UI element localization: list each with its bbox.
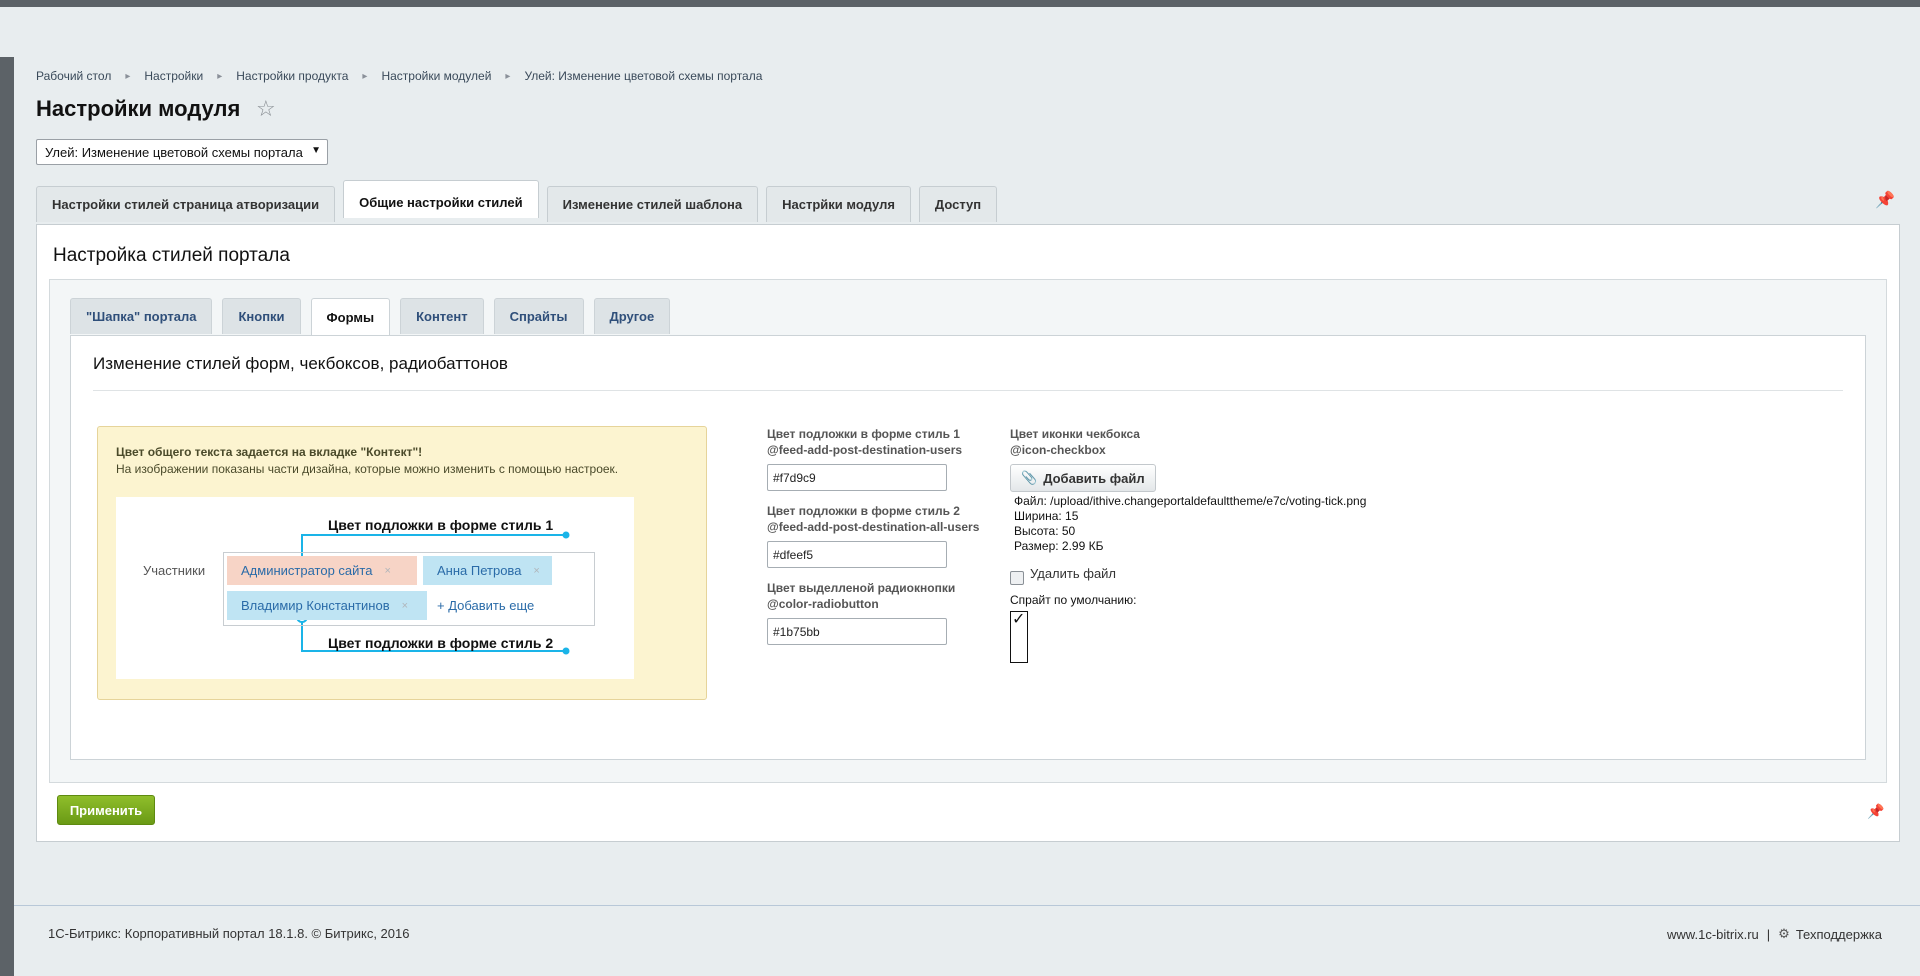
close-icon: × [401, 599, 409, 612]
file-height: Высота: 50 [1014, 524, 1076, 538]
field-label-var: @feed-add-post-destination-users [767, 443, 963, 457]
subtab-header[interactable]: "Шапка" портала [70, 298, 213, 334]
gear-icon: ⚙ [1778, 926, 1790, 941]
content-title: Изменение стилей форм, чекбоксов, радиоб… [93, 354, 508, 373]
tab-template-styles[interactable]: Изменение стилей шаблона [546, 186, 759, 222]
close-icon: × [384, 564, 391, 577]
style1-color-input[interactable] [767, 464, 947, 491]
field-label-text: Цвет подложки в форме стиль 1 [767, 427, 960, 441]
field-label-text: Цвет выделленой радиокнопки [767, 581, 956, 595]
demo-chip-vlad-label: Владимир Константинов [241, 598, 390, 613]
pin-icon[interactable]: 📌 [1875, 190, 1895, 210]
content-box: Изменение стилей форм, чекбоксов, радиоб… [70, 335, 1866, 760]
subtab-other[interactable]: Другое [593, 298, 671, 334]
left-side-bar [0, 57, 14, 976]
footer-links: www.1c-bitrix.ru | ⚙ Техподдержка [1667, 926, 1882, 942]
breadcrumb-item-product-settings[interactable]: Настройки продукта [236, 69, 348, 83]
tab-auth-page-styles[interactable]: Настройки стилей страница атворизации [36, 186, 336, 222]
close-icon: × [533, 564, 540, 577]
demo-chip-vlad: Владимир Константинов × [227, 591, 427, 620]
demo-image: Цвет подложки в форме стиль 1 Участники … [116, 497, 634, 679]
info-note-bold: Цвет общего текста задается на вкладке "… [116, 445, 423, 459]
add-file-label: Добавить файл [1043, 470, 1145, 486]
field-label-var: @icon-checkbox [1010, 443, 1106, 457]
info-note-text: На изображении показаны части дизайна, к… [116, 462, 619, 476]
file-size: Размер: 2.99 КБ [1014, 539, 1104, 553]
apply-button[interactable]: Применить [57, 795, 155, 825]
demo-label-style2: Цвет подложки в форме стиль 2 [328, 635, 554, 651]
demo-chip-admin-label: Администратор сайта [241, 563, 373, 578]
style2-color-input[interactable] [767, 541, 947, 568]
panel-title: Настройка стилей портала [53, 245, 290, 266]
pin-icon[interactable]: 📌 [1867, 803, 1884, 820]
file-width: Ширина: 15 [1014, 509, 1079, 523]
breadcrumb-item-desktop[interactable]: Рабочий стол [36, 69, 111, 83]
info-box: Цвет общего текста задается на вкладке "… [97, 426, 707, 700]
dropdown-arrow-icon: ▼ [311, 145, 321, 156]
file-info: Файл: /upload/ithive.changeportaldefault… [1010, 494, 1490, 554]
inner-panel: "Шапка" портала Кнопки Формы Контент Спр… [49, 279, 1887, 783]
star-icon[interactable]: ☆ [256, 98, 276, 120]
field-label-checkbox-icon: Цвет иконки чекбокса @icon-checkbox [1010, 426, 1490, 458]
field-label-text: Цвет подложки в форме стиль 2 [767, 504, 960, 518]
tab-general-style-settings[interactable]: Общие настройки стилей [343, 180, 539, 218]
footer-copyright: 1С-Битрикс: Корпоративный портал 18.1.8.… [48, 926, 410, 941]
main-panel: Настройка стилей портала "Шапка" портала… [36, 224, 1900, 842]
subtab-sprites[interactable]: Спрайты [493, 298, 584, 334]
field-label-style2: Цвет подложки в форме стиль 2 @feed-add-… [767, 503, 1007, 535]
field-label-var: @color-radiobutton [767, 597, 879, 611]
sprite-preview: ✓ [1010, 611, 1028, 663]
subtab-buttons[interactable]: Кнопки [222, 298, 301, 334]
delete-file-label[interactable]: Удалить файл [1030, 566, 1116, 581]
main-tabs: Настройки стилей страница атворизации Об… [36, 180, 1005, 222]
tab-access[interactable]: Доступ [918, 186, 998, 222]
footer-separator: | [1766, 926, 1771, 942]
demo-chip-admin: Администратор сайта × [227, 556, 417, 585]
demo-participants-label: Участники [143, 563, 206, 578]
color-fields: Цвет подложки в форме стиль 1 @feed-add-… [767, 426, 1007, 657]
breadcrumb-item-settings[interactable]: Настройки [144, 69, 203, 83]
field-label-var: @feed-add-post-destination-all-users [767, 520, 980, 534]
page-title: Настройки модуля [36, 96, 241, 121]
module-select[interactable]: Улей: Изменение цветовой схемы портала ▼ [36, 139, 328, 165]
demo-chip-anna-label: Анна Петрова [437, 563, 522, 578]
demo-chip-anna: Анна Петрова × [423, 556, 552, 585]
delete-file-row: Удалить файл [1010, 566, 1490, 585]
chevron-right-icon: ▸ [125, 70, 131, 82]
paperclip-icon: 📎 [1021, 470, 1038, 485]
footer-site-link[interactable]: www.1c-bitrix.ru [1667, 927, 1759, 942]
file-path: Файл: /upload/ithive.changeportaldefault… [1014, 494, 1367, 508]
sub-tabs: "Шапка" портала Кнопки Формы Контент Спр… [70, 298, 680, 335]
field-label-radio: Цвет выделленой радиокнопки @color-radio… [767, 580, 1007, 612]
module-select-value: Улей: Изменение цветовой схемы портала [45, 145, 303, 160]
tab-module-settings[interactable]: Настрйки модуля [766, 186, 911, 222]
delete-file-checkbox[interactable] [1010, 571, 1024, 585]
divider [93, 390, 1843, 391]
breadcrumb: Рабочий стол ▸ Настройки ▸ Настройки про… [36, 69, 762, 83]
field-label-style1: Цвет подложки в форме стиль 1 @feed-add-… [767, 426, 1007, 458]
breadcrumb-item-module-settings[interactable]: Настройки модулей [381, 69, 491, 83]
footer-support-link[interactable]: Техподдержка [1796, 927, 1882, 942]
demo-add-more: + Добавить еще [437, 598, 535, 613]
default-sprite-label: Спрайт по умолчанию: [1010, 593, 1137, 607]
subtab-content[interactable]: Контент [400, 298, 484, 334]
checkbox-icon-settings: Цвет иконки чекбокса @icon-checkbox 📎 До… [1010, 426, 1490, 663]
add-file-button[interactable]: 📎 Добавить файл [1010, 464, 1156, 492]
checkmark-icon: ✓ [1012, 611, 1026, 628]
footer-divider [14, 905, 1920, 906]
demo-label-style1: Цвет подложки в форме стиль 1 [328, 517, 554, 533]
radio-color-input[interactable] [767, 618, 947, 645]
chevron-right-icon: ▸ [505, 70, 511, 82]
breadcrumb-item-current[interactable]: Улей: Изменение цветовой схемы портала [524, 69, 762, 83]
subtab-forms[interactable]: Формы [310, 298, 391, 335]
top-bar [0, 0, 1920, 7]
field-label-text: Цвет иконки чекбокса [1010, 427, 1140, 441]
chevron-right-icon: ▸ [217, 70, 223, 82]
chevron-right-icon: ▸ [362, 70, 368, 82]
